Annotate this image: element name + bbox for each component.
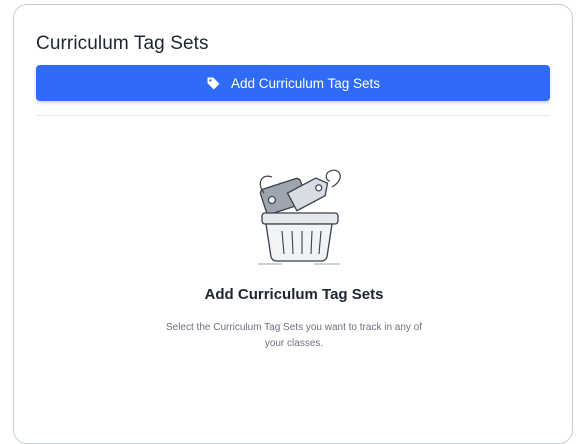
empty-state-title: Add Curriculum Tag Sets [204,286,384,303]
basket-with-tags-illustration [254,165,344,265]
add-button-label: Add Curriculum Tag Sets [230,75,381,91]
empty-state-description: Select the Curriculum Tag Sets you want … [165,322,423,349]
tag-icon [206,76,221,91]
add-curriculum-tag-sets-button[interactable]: Add Curriculum Tag Sets [36,65,550,101]
panel-title: Curriculum Tag Sets [36,33,209,54]
curriculum-tag-sets-panel: Curriculum Tag Sets Add Curriculum Tag S… [13,4,573,444]
divider [36,115,550,116]
